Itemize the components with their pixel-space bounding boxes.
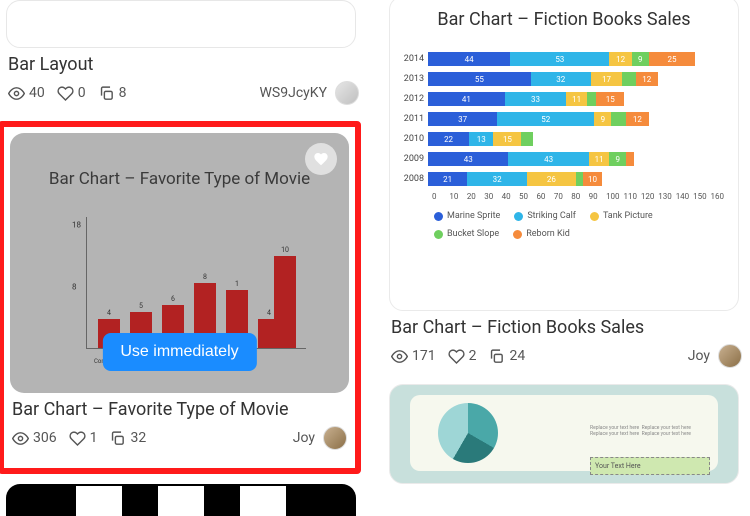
template-card[interactable]: Bar Chart – Favorite Type of Movie 18 8 …: [10, 133, 349, 456]
thumbnail[interactable]: [6, 0, 356, 48]
chart-legend: Marine SpriteStriking CalfTank PictureBu…: [434, 211, 728, 239]
chart-title: Bar Chart – Favorite Type of Movie: [10, 169, 349, 189]
author-name[interactable]: WS9JcyKY: [260, 85, 327, 101]
copies: 32: [109, 430, 146, 447]
card-title: Bar Layout: [6, 48, 361, 79]
stacked-bar-chart-preview: 2014445312925201355321712201241331115201…: [400, 52, 728, 186]
avatar[interactable]: [718, 344, 742, 368]
avatar[interactable]: [335, 81, 359, 105]
template-card[interactable]: Bar Layout 40 0 8: [6, 0, 361, 111]
likes: 1: [69, 430, 98, 447]
author-name[interactable]: Joy: [688, 348, 710, 364]
thumbnail[interactable]: Bar Chart – Favorite Type of Movie 18 8 …: [10, 133, 349, 393]
views: 171: [391, 348, 436, 365]
copy-icon: [488, 348, 505, 365]
copies: 8: [98, 85, 127, 102]
card-meta: 40 0 8 WS9JcyKY: [6, 79, 361, 111]
pie-chart-preview: [438, 403, 498, 463]
heart-icon: [313, 151, 329, 167]
card-meta: 306 1 32 Joy: [10, 424, 349, 456]
eye-icon: [391, 348, 408, 365]
card-meta: 171 2 24 Joy: [389, 342, 744, 374]
template-card[interactable]: Bar Chart – Fiction Books Sales 20144453…: [389, 0, 744, 374]
use-immediately-button[interactable]: Use immediately: [102, 333, 256, 371]
avatar[interactable]: [323, 426, 347, 450]
placeholder-text: Replace your text here Replace your text…: [590, 425, 710, 437]
chart-title: Bar Chart – Fiction Books Sales: [400, 9, 728, 30]
likes: 0: [57, 85, 86, 102]
card-title: Bar Chart – Fiction Books Sales: [389, 311, 744, 342]
copy-icon: [109, 430, 126, 447]
heart-icon: [69, 430, 86, 447]
thumbnail[interactable]: Add Your Title Here Replace your text he…: [389, 384, 739, 484]
copy-icon: [98, 85, 115, 102]
text-placeholder: Your Text Here: [590, 457, 710, 475]
thumbnail[interactable]: Bar Chart – Fiction Books Sales 20144453…: [389, 0, 739, 311]
heart-icon: [448, 348, 465, 365]
x-axis-ticks: 0102030405060708090100110120130140150160: [432, 192, 728, 201]
likes: 2: [448, 348, 477, 365]
views: 40: [8, 85, 45, 102]
heart-icon: [57, 85, 74, 102]
selected-template-highlight: Bar Chart – Favorite Type of Movie 18 8 …: [0, 121, 361, 474]
card-title: Bar Chart – Favorite Type of Movie: [10, 393, 349, 424]
eye-icon: [8, 85, 25, 102]
eye-icon: [12, 430, 29, 447]
copies: 24: [488, 348, 525, 365]
views: 306: [12, 430, 57, 447]
author-name[interactable]: Joy: [293, 430, 315, 446]
thumbnail[interactable]: [6, 484, 356, 516]
